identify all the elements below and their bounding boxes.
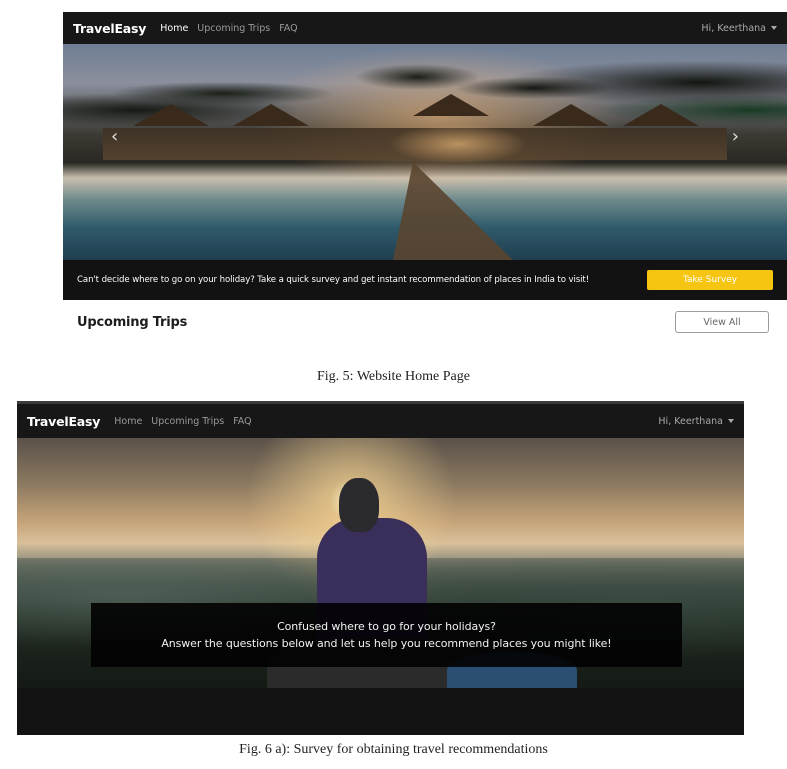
user-menu-label: Hi, Keerthana <box>701 22 766 34</box>
figure-caption-5: Fig. 5: Website Home Page <box>317 369 470 384</box>
survey-intro-overlay: Confused where to go for your holidays? … <box>91 603 682 667</box>
nav-link-faq[interactable]: FAQ <box>233 416 251 427</box>
wooden-pier <box>393 162 513 260</box>
caret-down-icon <box>728 419 734 423</box>
hut-roof <box>533 104 609 126</box>
hiker-head <box>339 478 379 532</box>
brand-logo[interactable]: TravelEasy <box>73 21 146 36</box>
figure-caption-6a: Fig. 6 a): Survey for obtaining travel r… <box>239 742 548 757</box>
take-survey-button[interactable]: Take Survey <box>647 270 773 290</box>
hut-roof <box>133 104 209 126</box>
survey-prompt-bar: Can't decide where to go on your holiday… <box>63 260 787 300</box>
survey-content-area <box>17 688 744 735</box>
light-glow <box>388 124 528 164</box>
chevron-left-icon[interactable]: ‹ <box>111 126 118 147</box>
nav-link-upcoming-trips[interactable]: Upcoming Trips <box>151 416 224 427</box>
navbar: TravelEasy Home Upcoming Trips FAQ Hi, K… <box>63 12 787 44</box>
hero-carousel-image: ‹ › <box>63 44 787 260</box>
survey-prompt-text: Can't decide where to go on your holiday… <box>77 275 590 285</box>
survey-hero-image: Confused where to go for your holidays? … <box>17 438 744 688</box>
hut-roof <box>233 104 309 126</box>
user-menu-label: Hi, Keerthana <box>658 415 723 427</box>
chevron-right-icon[interactable]: › <box>732 126 739 147</box>
website-home-page-screenshot: TravelEasy Home Upcoming Trips FAQ Hi, K… <box>63 12 787 344</box>
view-all-button[interactable]: View All <box>675 311 769 333</box>
user-menu[interactable]: Hi, Keerthana <box>658 416 734 427</box>
nav-link-upcoming-trips[interactable]: Upcoming Trips <box>197 23 270 34</box>
nav-link-faq[interactable]: FAQ <box>279 23 297 34</box>
upcoming-trips-section: Upcoming Trips View All <box>63 300 787 344</box>
hut-roof <box>623 104 699 126</box>
survey-intro-line-1: Confused where to go for your holidays? <box>277 620 496 633</box>
navbar: TravelEasy Home Upcoming Trips FAQ Hi, K… <box>17 404 744 438</box>
caret-down-icon <box>771 26 777 30</box>
brand-logo[interactable]: TravelEasy <box>27 414 100 429</box>
hut-roof <box>413 94 489 116</box>
nav-link-home[interactable]: Home <box>114 416 142 427</box>
upcoming-trips-title: Upcoming Trips <box>77 314 188 330</box>
survey-intro-line-2: Answer the questions below and let us he… <box>161 637 612 650</box>
nav-link-home[interactable]: Home <box>160 23 188 34</box>
survey-page-screenshot: TravelEasy Home Upcoming Trips FAQ Hi, K… <box>17 401 744 735</box>
user-menu[interactable]: Hi, Keerthana <box>701 23 777 34</box>
